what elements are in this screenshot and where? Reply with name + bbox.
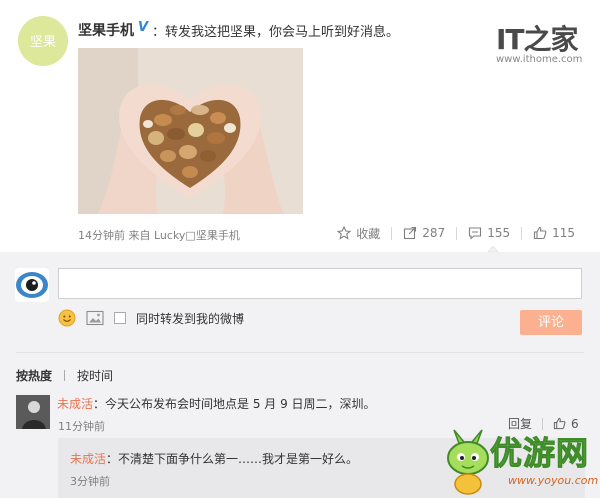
comment-sort: 按热度 按时间 [16, 367, 113, 384]
post-username[interactable]: 坚果手机 [78, 20, 134, 40]
favorite-button[interactable]: 收藏 [326, 224, 391, 242]
person-photo-icon [16, 395, 50, 429]
reply-text: 未成活：不清楚下面争什么第一……我才是第一好么。 [70, 450, 358, 467]
commenter-avatar[interactable] [16, 395, 50, 429]
forward-count: 287 [422, 226, 446, 240]
yoyou-watermark: 优游网 www.yoyou.com [440, 428, 600, 498]
verified-badge: V [138, 20, 149, 35]
reply-time: 3分钟前 [70, 475, 110, 488]
share-icon [404, 226, 417, 240]
comment-text: 未成活：今天公布发布会时间地点是 5 月 9 日周二，深圳。 [57, 395, 376, 412]
svg-text:坚果: 坚果 [30, 35, 56, 50]
reply-body: ：不清楚下面争什么第一……我才是第一好么。 [106, 452, 359, 466]
comment-input[interactable] [58, 268, 582, 299]
comment-tools: 同时转发到我的微博 [58, 309, 244, 327]
watermark-url: www.yoyou.com [508, 474, 599, 487]
star-icon [337, 226, 352, 240]
submit-comment-button[interactable]: 评论 [520, 310, 582, 335]
ithome-brand: IT之家 www.ithome.com [496, 18, 586, 66]
brand-avatar[interactable]: 坚果 [18, 16, 68, 66]
sync-forward-label: 同时转发到我的微博 [136, 311, 245, 326]
mascot-icon [447, 429, 489, 495]
sort-by-hot-tab[interactable]: 按热度 [16, 367, 52, 384]
avatar-logo-icon: 坚果 [18, 16, 68, 66]
sync-forward-checkbox[interactable] [114, 312, 126, 324]
ithome-url: www.ithome.com [496, 54, 583, 65]
like-count: 115 [552, 226, 575, 240]
image-upload-icon[interactable] [86, 310, 104, 326]
reply-username[interactable]: 未成活 [70, 452, 106, 466]
post-actions: 收藏 287 155 115 [326, 224, 586, 242]
comment-body: ：今天公布发布会时间地点是 5 月 9 日周二，深圳。 [93, 397, 376, 411]
post-image[interactable] [78, 48, 303, 214]
my-avatar[interactable] [15, 268, 49, 302]
like-button[interactable]: 115 [522, 224, 586, 242]
comment-username[interactable]: 未成活 [57, 397, 93, 411]
post-meta: 14分钟前 来自 Lucky□坚果手机 [78, 229, 240, 242]
post-text: ：转发我这把坚果，你会马上听到好消息。 [152, 25, 400, 40]
comment-button[interactable]: 155 [457, 224, 521, 242]
divider [16, 352, 584, 353]
weibo-post: 坚果 坚果手机 V ：转发我这把坚果，你会马上听到好消息。 IT之家 www.i… [0, 0, 600, 252]
sort-by-time-tab[interactable]: 按时间 [77, 367, 113, 384]
comment-time: 11分钟前 [58, 420, 105, 433]
forward-button[interactable]: 287 [392, 224, 456, 242]
sort-separator [64, 370, 66, 381]
comment-icon [469, 227, 482, 240]
watermark-text: 优游网 [489, 434, 590, 473]
ithome-logo: IT之家 [496, 23, 579, 56]
favorite-label: 收藏 [356, 226, 381, 241]
thumbs-up-icon [534, 226, 547, 240]
emoji-icon[interactable] [58, 309, 76, 327]
comment-count: 155 [487, 226, 511, 240]
nuts-in-hands-image [78, 48, 303, 214]
